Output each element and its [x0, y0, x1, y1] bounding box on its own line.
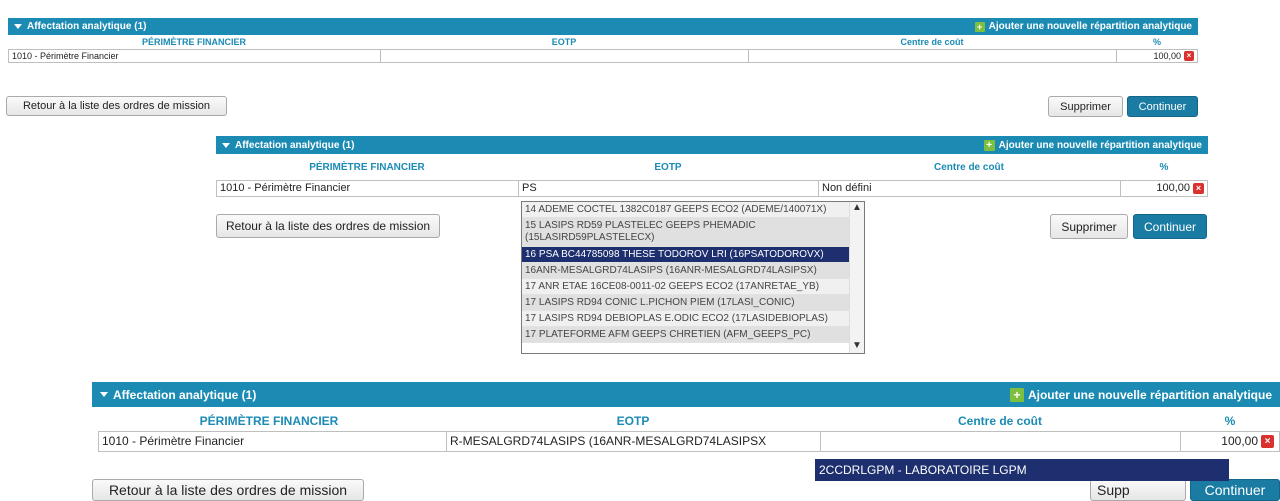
table-row: 1010 - Périmètre Financier PS Non défini… — [216, 180, 1208, 197]
caret-down-icon — [14, 24, 22, 29]
list-item[interactable]: 17 LASIPS RD94 DEBIOPLAS E.ODIC ECO2 (17… — [522, 311, 850, 327]
delete-row-icon[interactable]: × — [1261, 435, 1274, 448]
perimetre-field[interactable]: 1010 - Périmètre Financier — [99, 432, 447, 451]
add-allocation-label: Ajouter une nouvelle répartition analyti… — [988, 21, 1192, 32]
panel-header: Affectation analytique (1) + Ajouter une … — [8, 18, 1198, 35]
delete-button[interactable]: Supp — [1090, 479, 1186, 501]
delete-button[interactable]: Supprimer — [1048, 96, 1123, 117]
analytic-panel-3: Affectation analytique (1) + Ajouter une … — [92, 382, 1280, 452]
add-allocation-link[interactable]: + Ajouter une nouvelle répartition analyt… — [1009, 387, 1272, 402]
list-item-line: (15LASIRD59PLASTELECX) — [525, 232, 655, 243]
list-item[interactable]: 17 PLATEFORME AFM GEEPS CHRETIEN (AFM_GE… — [522, 327, 850, 343]
eotp-field[interactable]: R-MESALGRD74LASIPS (16ANR-MESALGRD74LASI… — [447, 432, 821, 451]
list-item-selected[interactable]: 16 PSA BC44785098 THESE TODOROV LRI (16P… — [522, 247, 850, 263]
plus-icon: + — [1009, 387, 1024, 402]
plus-icon: + — [983, 139, 995, 151]
col-pct: % — [1224, 414, 1236, 428]
chevron-down-icon[interactable]: ▼ — [850, 340, 864, 351]
continue-button[interactable]: Continuer — [1133, 214, 1207, 239]
dropdown-scrollbar[interactable]: ▲ ▼ — [849, 202, 864, 353]
col-eotp: EOTP — [551, 37, 577, 47]
table-header: PÉRIMÈTRE FINANCIER EOTP Centre de coût … — [8, 35, 1198, 49]
plus-icon: + — [974, 21, 985, 32]
caret-down-icon — [100, 392, 108, 397]
pct-value: 100,00 — [1153, 51, 1181, 61]
table-row: 1010 - Périmètre Financier R-MESALGRD74L… — [98, 431, 1280, 452]
pct-field[interactable]: 100,00 × — [1121, 181, 1207, 196]
list-item-line: 15 LASIPS RD59 PLASTELEC GEEPS PHEMADIC — [525, 220, 756, 231]
col-pct: % — [1159, 162, 1169, 173]
pct-value: 100,00 — [1221, 434, 1258, 448]
panel-title: Affectation analytique (1) — [27, 21, 147, 32]
add-allocation-label: Ajouter une nouvelle répartition analyti… — [1027, 387, 1272, 402]
pct-field[interactable]: 100,00 × — [1117, 50, 1197, 62]
eotp-field[interactable] — [381, 50, 749, 62]
table-row: 1010 - Périmètre Financier 100,00 × — [8, 49, 1198, 63]
list-item[interactable]: 14 ADEME COCTEL 1382C0187 GEEPS ECO2 (AD… — [522, 202, 850, 218]
list-item[interactable]: 17 LASIPS RD94 CONIC L.PICHON PIEM (17LA… — [522, 295, 850, 311]
col-eotp: EOTP — [654, 162, 682, 173]
perimetre-field[interactable]: 1010 - Périmètre Financier — [9, 50, 381, 62]
pct-field[interactable]: 100,00 × — [1181, 432, 1277, 451]
pct-value: 100,00 — [1156, 182, 1190, 194]
back-to-list-button[interactable]: Retour à la liste des ordres de mission — [216, 214, 440, 238]
continue-button[interactable]: Continuer — [1127, 96, 1198, 117]
collapse-toggle[interactable]: Affectation analytique (1) — [222, 140, 354, 151]
add-allocation-link[interactable]: + Ajouter une nouvelle répartition analyt… — [974, 21, 1192, 32]
table-header: PÉRIMÈTRE FINANCIER EOTP Centre de coût … — [216, 154, 1208, 180]
centre-field[interactable] — [821, 432, 1181, 451]
back-to-list-button[interactable]: Retour à la liste des ordres de mission — [6, 96, 227, 116]
chevron-up-icon[interactable]: ▲ — [850, 202, 864, 213]
col-perimetre: PÉRIMÈTRE FINANCIER — [141, 37, 246, 47]
add-allocation-label: Ajouter une nouvelle répartition analyti… — [998, 139, 1202, 151]
panel-header: Affectation analytique (1) + Ajouter une … — [216, 136, 1208, 154]
delete-row-icon[interactable]: × — [1184, 51, 1194, 61]
centre-field[interactable]: Non défini — [819, 181, 1121, 196]
analytic-panel-2: Affectation analytique (1) + Ajouter une … — [216, 136, 1208, 197]
col-pct: % — [1152, 37, 1161, 47]
centre-autocomplete-option[interactable]: 2CCDRLGPM - LABORATOIRE LGPM — [815, 459, 1229, 481]
back-to-list-button[interactable]: Retour à la liste des ordres de mission — [92, 479, 364, 501]
col-perimetre: PÉRIMÈTRE FINANCIER — [309, 162, 425, 173]
list-item[interactable]: 16ANR-MESALGRD74LASIPS (16ANR-MESALGRD74… — [522, 263, 850, 279]
panel-title: Affectation analytique (1) — [113, 387, 257, 402]
analytic-panel-1: Affectation analytique (1) + Ajouter une … — [8, 18, 1198, 63]
col-eotp: EOTP — [616, 414, 650, 428]
list-item[interactable]: 15 LASIPS RD59 PLASTELEC GEEPS PHEMADIC(… — [522, 218, 850, 247]
panel-title: Affectation analytique (1) — [235, 139, 355, 151]
perimetre-field[interactable]: 1010 - Périmètre Financier — [217, 181, 519, 196]
collapse-toggle[interactable]: Affectation analytique (1) — [100, 388, 256, 402]
col-perimetre: PÉRIMÈTRE FINANCIER — [199, 414, 339, 428]
eotp-field[interactable]: PS — [519, 181, 819, 196]
add-allocation-link[interactable]: + Ajouter une nouvelle répartition analyt… — [983, 139, 1202, 151]
delete-button[interactable]: Supprimer — [1050, 214, 1128, 239]
col-centre: Centre de coût — [900, 37, 964, 47]
col-centre: Centre de coût — [933, 162, 1004, 173]
panel-header: Affectation analytique (1) + Ajouter une … — [92, 382, 1280, 407]
list-item[interactable]: 17 ANR ETAE 16CE08-0011-02 GEEPS ECO2 (1… — [522, 279, 850, 295]
delete-row-icon[interactable]: × — [1193, 183, 1204, 194]
centre-field[interactable] — [749, 50, 1117, 62]
eotp-autocomplete-list[interactable]: 14 ADEME COCTEL 1382C0187 GEEPS ECO2 (AD… — [521, 201, 865, 354]
continue-button[interactable]: Continuer — [1190, 479, 1280, 501]
col-centre: Centre de coût — [957, 414, 1042, 428]
collapse-toggle[interactable]: Affectation analytique (1) — [14, 21, 146, 32]
caret-down-icon — [222, 142, 230, 148]
table-header: PÉRIMÈTRE FINANCIER EOTP Centre de coût … — [92, 407, 1280, 431]
